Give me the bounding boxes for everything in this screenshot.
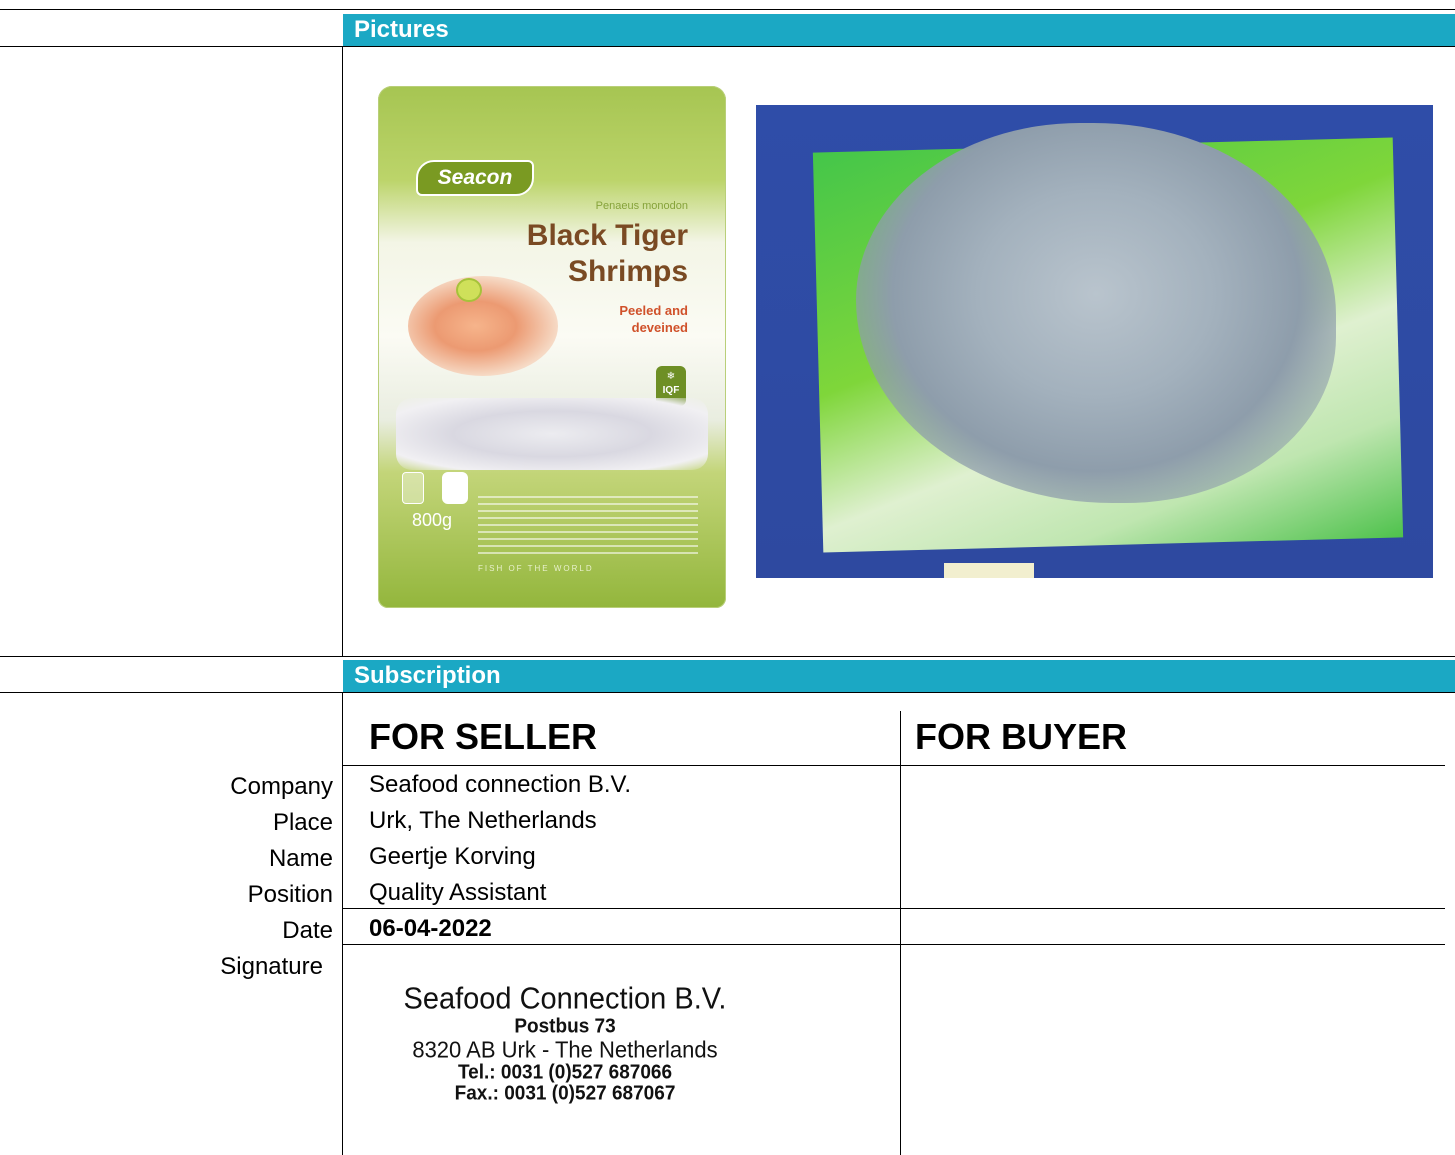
seller-column-header: FOR SELLER	[369, 716, 598, 757]
bag-latin-name: Penaeus monodon	[595, 200, 688, 212]
subscription-section-header: Subscription	[343, 660, 1455, 692]
energy-icon	[402, 472, 424, 504]
pictures-section-header: Pictures	[343, 14, 1455, 46]
company-stamp: Seafood Connection B.V. Postbus 73 8320 …	[380, 981, 750, 1105]
buyer-column-header: FOR BUYER	[915, 716, 1128, 757]
name-label: Name	[268, 845, 333, 872]
bag-window-frozen-shrimp	[396, 398, 708, 470]
seller-place: Urk, The Netherlands	[369, 807, 597, 834]
bag-weight: 800g	[412, 510, 453, 530]
subscription-header-rule	[0, 692, 1455, 693]
stamp-fax: Fax.: 0031 (0)527 687067	[454, 1082, 676, 1105]
pictures-section-title: Pictures	[354, 16, 449, 43]
nutrition-icon	[442, 472, 468, 504]
pictures-header-rule	[0, 46, 1455, 47]
sample-label	[944, 563, 1034, 578]
label-column-divider	[342, 692, 343, 1155]
stamp-tel: Tel.: 0031 (0)527 687066	[457, 1061, 673, 1084]
seller-position: Quality Assistant	[369, 879, 547, 906]
header-underline	[343, 765, 1445, 766]
date-label: Date	[282, 917, 333, 944]
place-label: Place	[272, 809, 333, 836]
seller-company: Seafood connection B.V.	[369, 771, 631, 798]
product-bag-image: Seacon Penaeus monodon Black Tiger Shrim…	[378, 86, 726, 608]
bag-fine-print	[478, 496, 698, 556]
subscription-section-title: Subscription	[354, 662, 501, 689]
left-column-divider	[342, 46, 343, 656]
seller-date: 06-04-2022	[369, 915, 492, 942]
stamp-company: Seafood Connection B.V.	[403, 982, 727, 1016]
bag-title: Black Tiger Shrimps	[526, 219, 688, 288]
bag-tagline: FISH OF THE WORLD	[478, 564, 594, 573]
signature-label: Signature	[220, 953, 323, 980]
brand-logo: Seacon	[416, 160, 534, 196]
position-label: Position	[247, 881, 333, 908]
cooked-shrimp-illustration	[408, 276, 558, 376]
top-rule	[0, 9, 1455, 10]
shrimp-product-photo	[756, 105, 1433, 578]
position-underline	[343, 908, 1445, 909]
seller-buyer-divider	[900, 711, 901, 1155]
date-underline	[343, 944, 1445, 945]
lime-slice	[456, 278, 482, 302]
stamp-postbus: Postbus 73	[514, 1015, 616, 1038]
company-label: Company	[230, 773, 333, 800]
stamp-address: 8320 AB Urk - The Netherlands	[412, 1036, 718, 1063]
bag-subtitle: Peeled and deveined	[619, 303, 688, 335]
subscription-top-rule	[0, 656, 1455, 657]
seller-name: Geertje Korving	[369, 843, 536, 870]
